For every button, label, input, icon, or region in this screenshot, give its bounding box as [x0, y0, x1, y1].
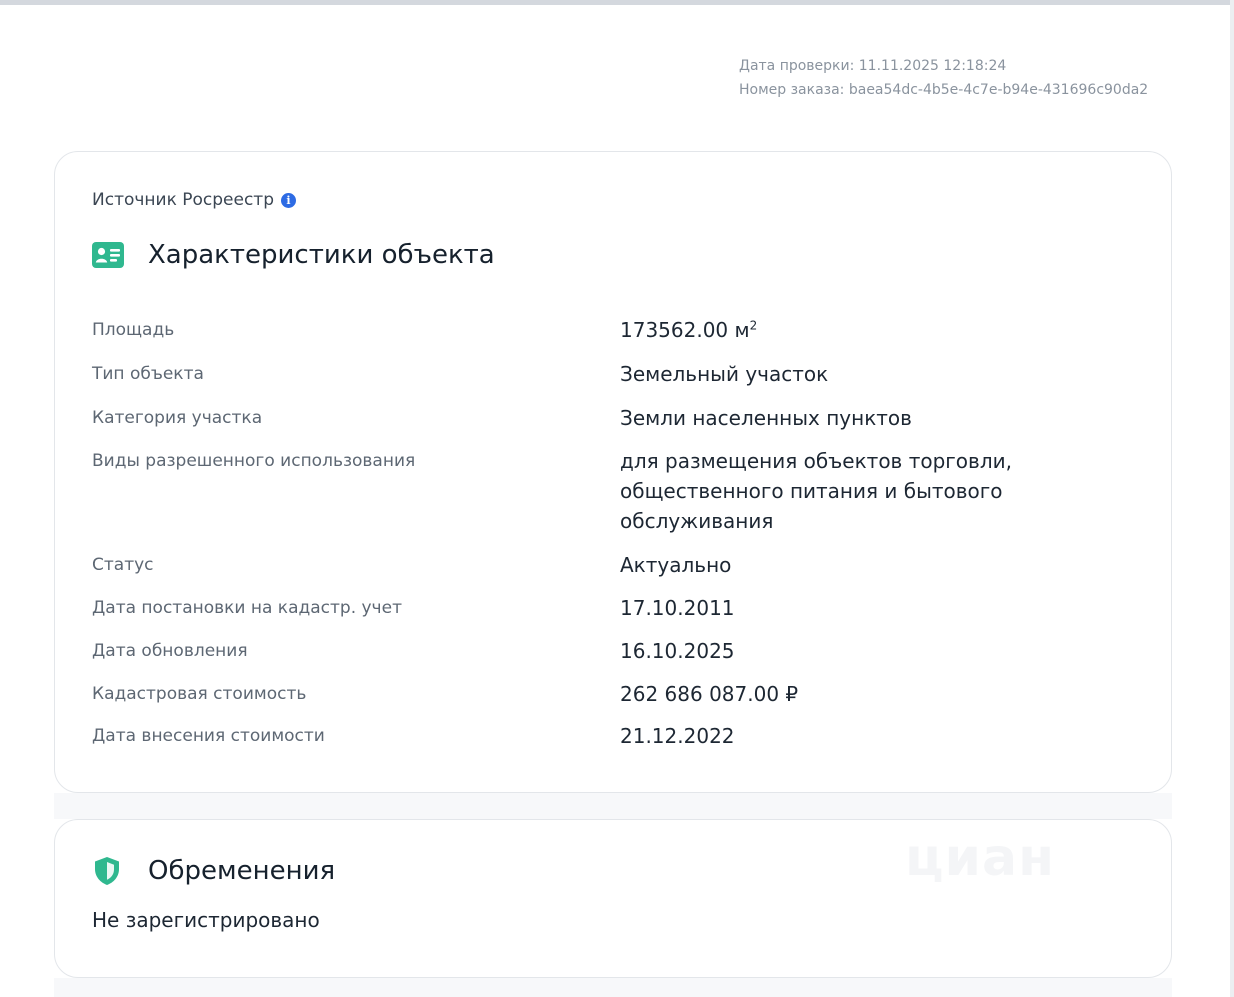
- property-row-registration-date: Дата постановки на кадастр. учет 17.10.2…: [92, 593, 1132, 636]
- area-unit-sup: 2: [749, 318, 758, 333]
- property-row-object-type: Тип объекта Земельный участок: [92, 359, 1132, 403]
- object-type-label: Тип объекта: [92, 364, 204, 384]
- check-date: Дата проверки: 11.11.2025 12:18:24: [739, 58, 1007, 74]
- right-edge: [1230, 0, 1234, 997]
- properties-list: Площадь 173562.00 м2 Тип объекта Земельн…: [92, 315, 1132, 761]
- update-date-label: Дата обновления: [92, 641, 248, 661]
- status-value: Актуально: [620, 553, 732, 577]
- property-row-value-entry-date: Дата внесения стоимости 21.12.2022: [92, 721, 1132, 761]
- status-label: Статус: [92, 555, 154, 575]
- property-row-category: Категория участка Земли населенных пункт…: [92, 403, 1132, 446]
- section-gap: [54, 793, 1172, 819]
- registration-date-value: 17.10.2011: [620, 596, 735, 620]
- update-date-value: 16.10.2025: [620, 639, 735, 663]
- encumbrances-heading: Обременения: [92, 856, 335, 886]
- cian-watermark: циан: [905, 828, 1055, 888]
- property-row-permitted-use: Виды разрешенного использования для разм…: [92, 446, 1132, 550]
- report-meta: Дата проверки: 11.11.2025 12:18:24 Номер…: [739, 54, 1148, 102]
- value-entry-date-value: 21.12.2022: [620, 724, 735, 748]
- registration-date-label: Дата постановки на кадастр. учет: [92, 598, 402, 618]
- permitted-use-label: Виды разрешенного использования: [92, 451, 416, 471]
- characteristics-heading: Характеристики объекта: [92, 240, 495, 270]
- order-number: Номер заказа: baea54dc-4b5e-4c7e-b94e-43…: [739, 82, 1149, 98]
- property-row-cadastral-value: Кадастровая стоимость 262 686 087.00 ₽: [92, 679, 1132, 721]
- encumbrances-card: циан Обременения Не зарегистрировано: [54, 819, 1172, 978]
- category-label: Категория участка: [92, 408, 263, 428]
- value-entry-date-label: Дата внесения стоимости: [92, 726, 325, 746]
- bottom-band: [54, 978, 1172, 997]
- object-type-value: Земельный участок: [620, 362, 829, 386]
- cadastral-value-label: Кадастровая стоимость: [92, 684, 307, 704]
- encumbrances-status: Не зарегистрировано: [92, 908, 320, 932]
- info-icon[interactable]: i: [281, 192, 296, 208]
- source-line: Источник Росреестр i: [92, 190, 296, 210]
- property-row-area: Площадь 173562.00 м2: [92, 315, 1132, 359]
- property-row-status: Статус Актуально: [92, 550, 1132, 593]
- cadastral-value-value: 262 686 087.00 ₽: [620, 682, 799, 706]
- characteristics-card: Источник Росреестр i Характеристики объе…: [54, 151, 1172, 793]
- characteristics-title: Характеристики объекта: [148, 240, 495, 270]
- area-value: 173562.00 м2: [620, 318, 758, 342]
- category-value: Земли населенных пунктов: [620, 406, 912, 430]
- permitted-use-value: для размещения объектов торговли, общест…: [620, 449, 1012, 533]
- encumbrances-title: Обременения: [148, 856, 336, 886]
- shield-icon: [95, 857, 119, 885]
- id-card-icon: [92, 242, 124, 268]
- area-label: Площадь: [92, 320, 175, 340]
- property-row-update-date: Дата обновления 16.10.2025: [92, 636, 1132, 679]
- source-label: Источник Росреестр: [92, 190, 274, 210]
- top-divider: [0, 0, 1234, 5]
